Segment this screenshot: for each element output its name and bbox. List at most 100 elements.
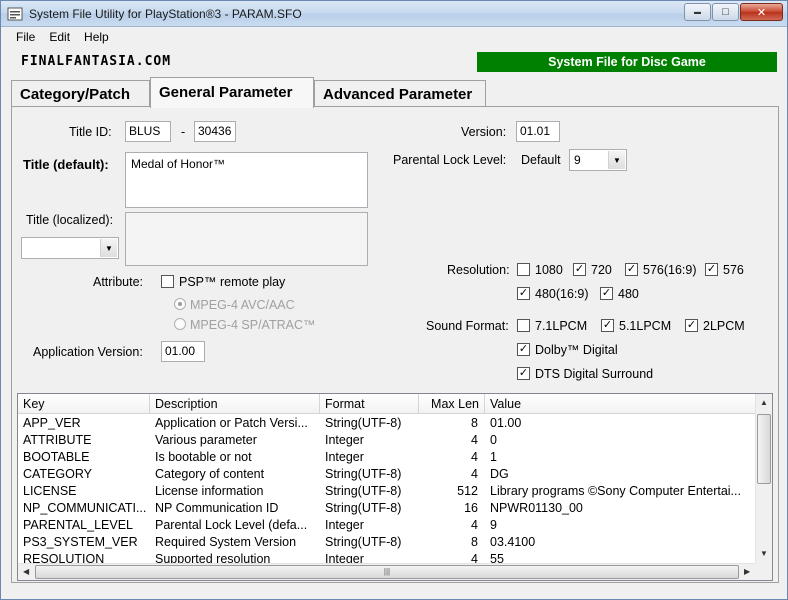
param-list-view[interactable]: Key Description Format Max Len Value APP…	[17, 393, 773, 581]
cell-value: 1	[490, 450, 497, 464]
version-label: Version:	[461, 125, 507, 139]
vertical-scroll-thumb[interactable]	[757, 414, 771, 484]
table-row[interactable]: PARENTAL_LEVEL Parental Lock Level (defa.…	[18, 517, 756, 534]
maximize-icon: □	[722, 6, 729, 18]
scroll-up-icon[interactable]: ▲	[760, 398, 768, 407]
table-row[interactable]: PS3_SYSTEM_VER Required System Version Str…	[18, 534, 756, 551]
cell-format: Integer	[325, 450, 364, 464]
cell-key: NP_COMMUNICATI...	[23, 501, 147, 515]
res-576-169-checkbox[interactable]: ✓	[625, 263, 638, 276]
cell-key: APP_VER	[23, 416, 81, 430]
horizontal-scrollbar[interactable]: ◀ ||| ▶	[18, 563, 757, 580]
cell-max-len: 8	[471, 535, 478, 549]
table-row[interactable]: CATEGORY Category of content String(UTF-8)…	[18, 466, 756, 483]
cell-format: String(UTF-8)	[325, 484, 402, 498]
mpeg4-sp-label: MPEG-4 SP/ATRAC™	[190, 318, 316, 332]
cell-value: Library programs ©Sony Computer Entertai…	[490, 484, 741, 498]
cell-value: 03.4100	[490, 535, 536, 549]
cell-max-len: 512	[457, 484, 478, 498]
minimize-button[interactable]: ▬	[684, 3, 711, 21]
cell-max-len: 4	[471, 433, 478, 447]
version-input[interactable]: 01.01	[516, 121, 560, 142]
parental-level-value: 9	[574, 153, 581, 167]
attribute-label: Attribute:	[93, 275, 144, 289]
snd-2lpcm-label: 2LPCM	[703, 319, 745, 333]
tab-advanced-parameter[interactable]: Advanced Parameter	[314, 80, 486, 107]
maximize-button[interactable]: □	[712, 3, 739, 21]
table-row[interactable]: ATTRIBUTE Various parameter Integer 4 0	[18, 432, 756, 449]
cell-description: Various parameter	[155, 433, 257, 447]
title-default-label: Title (default):	[23, 157, 109, 172]
cell-value: NPWR01130_00	[490, 501, 583, 515]
table-row[interactable]: BOOTABLE Is bootable or not Integer 4 1	[18, 449, 756, 466]
col-description[interactable]: Description	[150, 394, 320, 414]
cell-max-len: 4	[471, 467, 478, 481]
parental-default-label: Default	[521, 153, 561, 167]
resolution-label: Resolution:	[447, 263, 510, 277]
snd-2lpcm-checkbox[interactable]: ✓	[685, 319, 698, 332]
cell-value: DG	[490, 467, 509, 481]
cell-format: String(UTF-8)	[325, 501, 402, 515]
title-id-prefix-input[interactable]: BLUS	[125, 121, 171, 142]
tab-general-parameter[interactable]: General Parameter	[150, 77, 314, 108]
cell-key: LICENSE	[23, 484, 77, 498]
col-format[interactable]: Format	[320, 394, 419, 414]
title-default-textarea[interactable]: Medal of Honor™	[125, 152, 368, 208]
cell-value: 9	[490, 518, 497, 532]
title-localized-language-select[interactable]: ▼	[21, 237, 119, 259]
psp-remote-play-checkbox[interactable]	[161, 275, 174, 288]
snd-dts-checkbox[interactable]: ✓	[517, 367, 530, 380]
table-row[interactable]: APP_VER Application or Patch Versi... Stri…	[18, 415, 756, 432]
close-button[interactable]: ✕	[740, 3, 783, 21]
cell-key: CATEGORY	[23, 467, 92, 481]
scroll-right-icon[interactable]: ▶	[744, 567, 750, 576]
site-logo: FINALFANTASIA.COM	[21, 54, 172, 69]
snd-71lpcm-checkbox[interactable]	[517, 319, 530, 332]
col-key[interactable]: Key	[18, 394, 150, 414]
scroll-left-icon[interactable]: ◀	[23, 567, 29, 576]
cell-key: BOOTABLE	[23, 450, 90, 464]
menu-file[interactable]: File	[9, 27, 42, 47]
menu-help[interactable]: Help	[77, 27, 116, 47]
list-header: Key Description Format Max Len Value	[18, 394, 756, 414]
snd-dts-label: DTS Digital Surround	[535, 367, 654, 381]
cell-format: Integer	[325, 518, 364, 532]
res-480-169-checkbox[interactable]: ✓	[517, 287, 530, 300]
col-value[interactable]: Value	[485, 394, 756, 414]
scroll-down-icon[interactable]: ▼	[760, 549, 768, 558]
app-window: System File Utility for PlayStation®3 - …	[0, 0, 788, 600]
table-row[interactable]: LICENSE License information String(UTF-8) 5…	[18, 483, 756, 500]
horizontal-scroll-thumb[interactable]: |||	[35, 565, 739, 579]
table-row[interactable]: NP_COMMUNICATI... NP Communication ID Stri…	[18, 500, 756, 517]
cell-format: String(UTF-8)	[325, 416, 402, 430]
res-720-checkbox[interactable]: ✓	[573, 263, 586, 276]
title-bar[interactable]: System File Utility for PlayStation®3 - …	[1, 1, 787, 27]
parental-level-select[interactable]: 9 ▼	[569, 149, 627, 171]
col-max-len[interactable]: Max Len	[419, 394, 485, 414]
title-localized-textarea[interactable]	[125, 212, 368, 266]
tab-category-patch[interactable]: Category/Patch	[11, 80, 150, 107]
title-localized-label: Title (localized):	[26, 213, 114, 227]
app-version-input[interactable]: 01.00	[161, 341, 205, 362]
cell-description: Parental Lock Level (defa...	[155, 518, 308, 532]
minimize-icon: ▬	[694, 8, 701, 16]
res-720-label: 720	[591, 263, 612, 277]
snd-51lpcm-checkbox[interactable]: ✓	[601, 319, 614, 332]
res-480-checkbox[interactable]: ✓	[600, 287, 613, 300]
cell-description: Application or Patch Versi...	[155, 416, 308, 430]
app-version-label: Application Version:	[33, 345, 143, 359]
scrollbar-corner	[755, 563, 772, 580]
res-1080-checkbox[interactable]	[517, 263, 530, 276]
res-480-169-label: 480(16:9)	[535, 287, 589, 301]
cell-description: Is bootable or not	[155, 450, 252, 464]
res-576-checkbox[interactable]: ✓	[705, 263, 718, 276]
mpeg4-sp-radio[interactable]	[174, 318, 186, 330]
menu-edit[interactable]: Edit	[42, 27, 77, 47]
snd-dolby-checkbox[interactable]: ✓	[517, 343, 530, 356]
snd-71lpcm-label: 7.1LPCM	[535, 319, 588, 333]
snd-dolby-label: Dolby™ Digital	[535, 343, 618, 357]
vertical-scrollbar[interactable]: ▲ ▼	[755, 394, 772, 564]
mpeg4-avc-radio[interactable]	[174, 298, 186, 310]
title-id-number-input[interactable]: 30436	[194, 121, 236, 142]
cell-description: NP Communication ID	[155, 501, 279, 515]
